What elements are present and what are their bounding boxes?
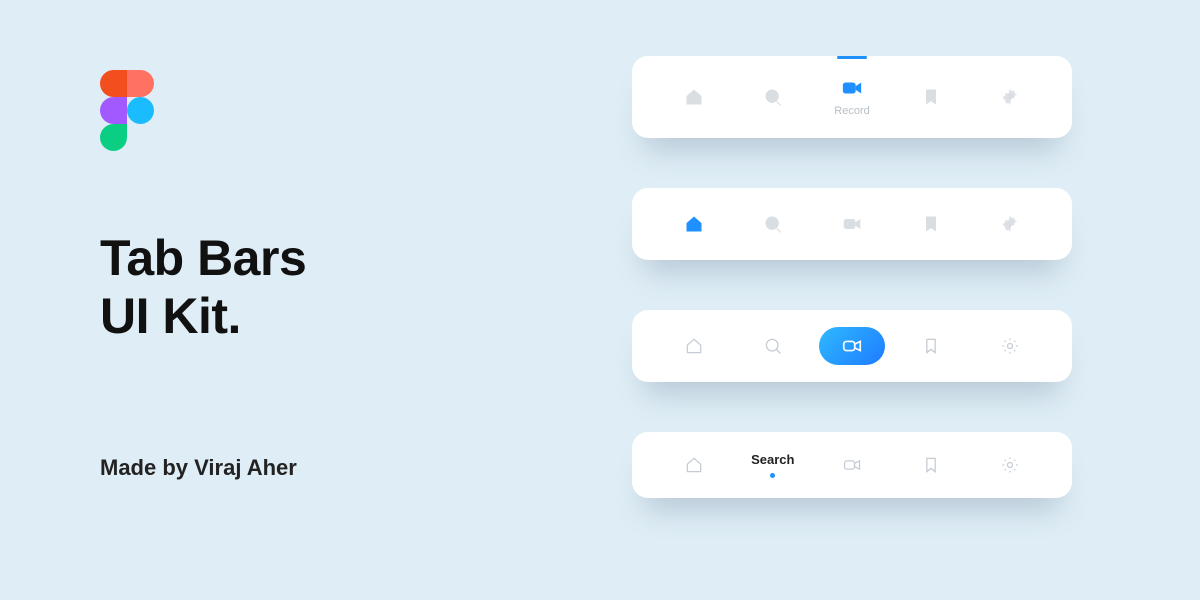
tab-bookmark[interactable]	[892, 188, 971, 260]
settings-icon	[1000, 214, 1020, 234]
settings-icon	[1000, 455, 1020, 475]
search-icon	[763, 87, 783, 107]
tab-bar-1: Record	[632, 56, 1072, 138]
settings-icon	[1000, 336, 1020, 356]
tab-home[interactable]	[654, 56, 733, 138]
tab-settings[interactable]	[971, 432, 1050, 498]
tab-video[interactable]	[812, 432, 891, 498]
page-title: Tab Bars UI Kit.	[100, 230, 306, 345]
tab-label: Record	[834, 105, 869, 117]
tab-bookmark[interactable]	[892, 56, 971, 138]
video-icon	[841, 77, 863, 99]
tab-settings[interactable]	[971, 56, 1050, 138]
active-dot-indicator	[770, 473, 775, 478]
tab-label: Search	[751, 452, 794, 467]
tab-search[interactable]	[733, 310, 812, 382]
tab-video[interactable]	[812, 188, 891, 260]
tab-bar-4: Search	[632, 432, 1072, 498]
home-icon	[684, 87, 704, 107]
tab-search[interactable]: Search	[733, 432, 812, 498]
tab-home[interactable]	[654, 188, 733, 260]
video-icon	[842, 455, 862, 475]
bookmark-icon	[921, 87, 941, 107]
bookmark-icon	[921, 336, 941, 356]
home-icon	[684, 455, 704, 475]
tab-video[interactable]	[812, 310, 891, 382]
active-indicator	[837, 56, 867, 59]
tab-bar-2	[632, 188, 1072, 260]
tab-settings[interactable]	[971, 310, 1050, 382]
tab-search[interactable]	[733, 188, 812, 260]
tab-search[interactable]	[733, 56, 812, 138]
home-icon	[684, 214, 704, 234]
credit-text: Made by Viraj Aher	[100, 455, 306, 481]
tab-bookmark[interactable]	[892, 432, 971, 498]
bookmark-icon	[921, 455, 941, 475]
tab-settings[interactable]	[971, 188, 1050, 260]
tab-bar-3	[632, 310, 1072, 382]
bookmark-icon	[921, 214, 941, 234]
left-section: Tab Bars UI Kit. Made by Viraj Aher	[100, 70, 306, 481]
home-icon	[684, 336, 704, 356]
figma-logo-icon	[100, 70, 154, 150]
video-icon	[842, 214, 862, 234]
settings-icon	[1000, 87, 1020, 107]
video-icon	[841, 335, 863, 357]
tab-bars-column: Record	[632, 56, 1072, 498]
tab-home[interactable]	[654, 310, 733, 382]
search-icon	[763, 214, 783, 234]
active-pill	[819, 327, 885, 365]
search-icon	[763, 336, 783, 356]
tab-record[interactable]: Record	[812, 56, 891, 138]
tab-bookmark[interactable]	[892, 310, 971, 382]
tab-home[interactable]	[654, 432, 733, 498]
